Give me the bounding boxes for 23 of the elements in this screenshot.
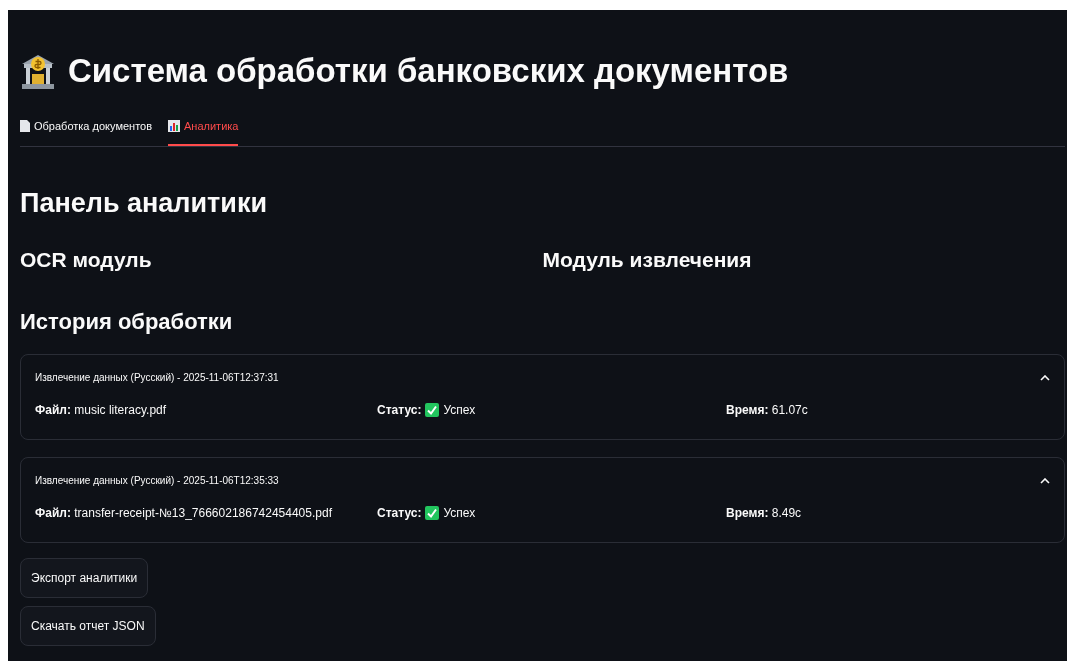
section-heading: Панель аналитики bbox=[20, 187, 269, 220]
status-label: Статус: bbox=[377, 505, 422, 522]
bar-chart-icon bbox=[168, 119, 180, 132]
processing-time: Время: 61.07с bbox=[726, 402, 809, 419]
entry-title: Извлечение данных (Русский) - 2025-11-06T12:35:33 bbox=[35, 474, 279, 488]
page-icon bbox=[20, 119, 30, 132]
file-name: Файл: music literacy.pdf bbox=[35, 402, 168, 419]
status-value: Успех bbox=[443, 505, 476, 522]
tab[interactable]: Обработка документов bbox=[20, 117, 152, 146]
file-name: Файл: transfer-receipt-№13_766602186742454405.pdf bbox=[35, 505, 333, 522]
chevron-up-icon[interactable] bbox=[1040, 374, 1050, 381]
module-heading: OCR модуль bbox=[20, 246, 153, 273]
entry-title: Извлечение данных (Русский) - 2025-11-06T12:37:31 bbox=[35, 371, 279, 385]
action-button[interactable]: Экспорт аналитики bbox=[20, 558, 149, 598]
page-title: Система обработки банковских документов bbox=[68, 51, 789, 91]
section-heading: История обработки bbox=[20, 308, 234, 336]
status-value: Успех bbox=[443, 402, 476, 419]
action-button[interactable]: Скачать отчет JSON bbox=[20, 606, 156, 646]
status-label: Статус: bbox=[377, 402, 422, 419]
processing-time: Время: 8.49с bbox=[726, 505, 803, 522]
chevron-up-icon[interactable] bbox=[1040, 477, 1050, 484]
tab[interactable]: Аналитика bbox=[168, 117, 239, 146]
module-heading: Модуль извлечения bbox=[542, 246, 753, 273]
